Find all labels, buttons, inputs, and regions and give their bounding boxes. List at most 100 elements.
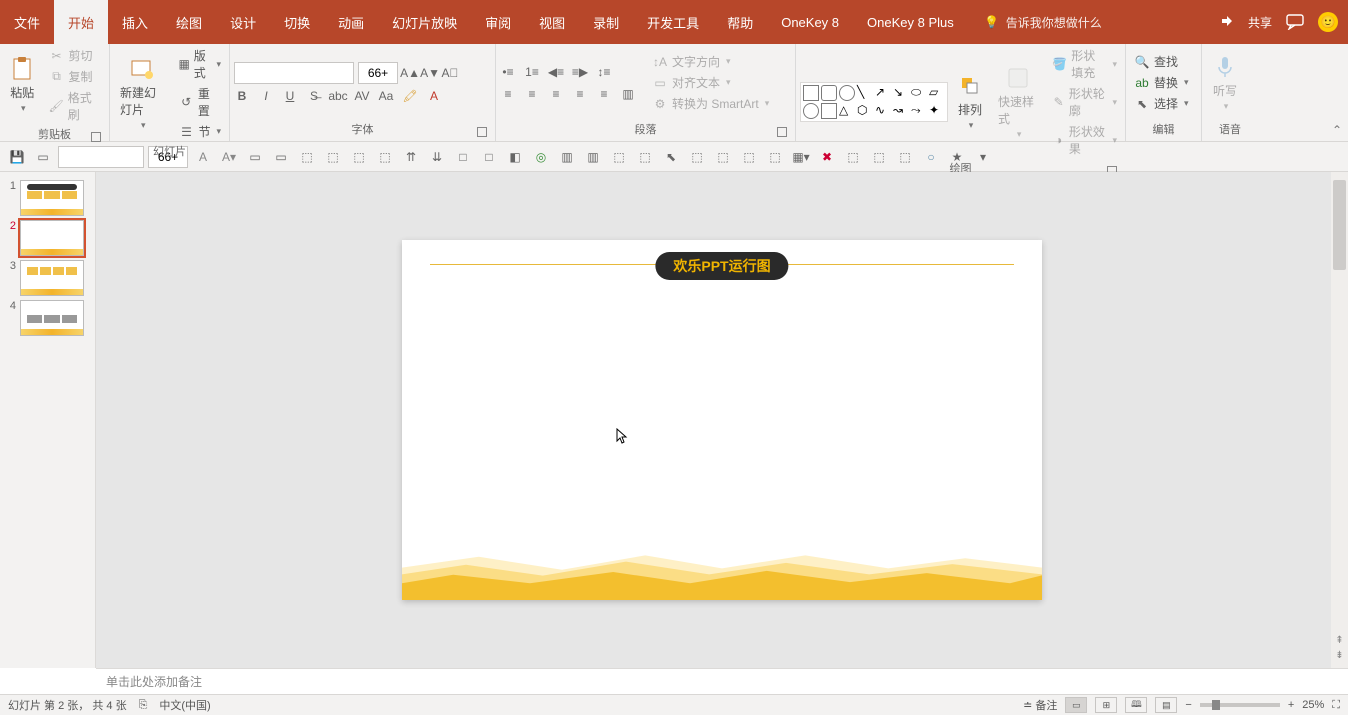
tab-slideshow[interactable]: 幻灯片放映 <box>378 0 471 44</box>
share-button[interactable]: 共享 <box>1248 14 1272 31</box>
bullets-button[interactable]: •≡ <box>500 64 516 80</box>
decrease-font-icon[interactable]: A▼ <box>422 65 438 81</box>
line-spacing-button[interactable]: ↕≡ <box>596 64 612 80</box>
slide-counter[interactable]: 幻灯片 第 2 张， 共 4 张 <box>8 697 127 713</box>
select-button[interactable]: ⬉选择 <box>1130 94 1193 113</box>
save-button[interactable]: 💾 <box>6 146 28 168</box>
scrollbar-thumb[interactable] <box>1333 180 1346 270</box>
layout-button[interactable]: ▦版式 <box>174 46 225 82</box>
align-left-button[interactable]: ≡ <box>500 86 516 102</box>
qat-b22[interactable]: ⬚ <box>738 146 760 168</box>
format-painter-button[interactable]: 🖌格式刷 <box>45 88 105 124</box>
sorter-view-button[interactable]: ⊞ <box>1095 697 1117 713</box>
language-status[interactable]: 中文(中国) <box>159 697 210 713</box>
tab-developer[interactable]: 开发工具 <box>633 0 713 44</box>
qat-b10[interactable]: ⇊ <box>426 146 448 168</box>
notes-pane[interactable]: 单击此处添加备注 <box>96 668 1348 694</box>
qat-b16[interactable]: ▥ <box>582 146 604 168</box>
slide-thumbnails-panel[interactable]: 1 2 3 4 <box>0 172 96 668</box>
qat-b19[interactable]: ⬉ <box>660 146 682 168</box>
slide-canvas[interactable]: 欢乐PPT运行图 <box>402 240 1042 600</box>
qat-b9[interactable]: ⇈ <box>400 146 422 168</box>
section-button[interactable]: ☰节 <box>174 122 225 141</box>
shape-effects-button[interactable]: ◑形状效果 <box>1048 122 1121 158</box>
next-slide-button[interactable]: ⇟ <box>1335 650 1343 661</box>
bold-button[interactable]: B <box>234 88 250 104</box>
change-case-button[interactable]: Aa <box>378 88 394 104</box>
align-right-button[interactable]: ≡ <box>548 86 564 102</box>
strikethrough-button[interactable]: S̶ <box>306 88 322 104</box>
fit-window-button[interactable]: ⛶ <box>1332 699 1340 712</box>
cut-button[interactable]: ✂剪切 <box>45 46 105 65</box>
tab-draw[interactable]: 绘图 <box>162 0 216 44</box>
tab-record[interactable]: 录制 <box>579 0 633 44</box>
slide-title[interactable]: 欢乐PPT运行图 <box>655 252 788 280</box>
shadow-button[interactable]: abc <box>330 88 346 104</box>
thumb-row-2[interactable]: 2 <box>0 218 95 258</box>
tab-animation[interactable]: 动画 <box>324 0 378 44</box>
share-icon[interactable] <box>1216 13 1234 31</box>
increase-indent-button[interactable]: ≡▶ <box>572 64 588 80</box>
qat-b7[interactable]: ⬚ <box>348 146 370 168</box>
dictate-button[interactable]: 听写 <box>1206 52 1244 114</box>
spellcheck-icon[interactable]: ⎘ <box>139 699 148 712</box>
normal-view-button[interactable]: ▭ <box>1065 697 1087 713</box>
zoom-out-button[interactable]: − <box>1185 699 1191 711</box>
distribute-button[interactable]: ≡ <box>596 86 612 102</box>
zoom-slider[interactable] <box>1200 703 1280 707</box>
vertical-scrollbar[interactable] <box>1331 172 1348 668</box>
numbering-button[interactable]: 1≡ <box>524 64 540 80</box>
tell-me-search[interactable]: 💡 告诉我你想做什么 <box>984 14 1102 31</box>
slideshow-view-button[interactable]: ▤ <box>1155 697 1177 713</box>
tab-design[interactable]: 设计 <box>216 0 270 44</box>
shapes-gallery[interactable]: ╲↗↘ ⬭▱ △ ⬡∿↝ ⤳✦ <box>800 82 948 122</box>
collapse-ribbon-button[interactable]: ⌃ <box>1332 123 1342 137</box>
align-text-button[interactable]: ▭对齐文本 <box>648 73 773 92</box>
tab-file[interactable]: 文件 <box>0 0 54 44</box>
thumb-row-4[interactable]: 4 <box>0 298 95 338</box>
arrange-button[interactable]: 排列 <box>952 71 988 133</box>
thumb-row-1[interactable]: 1 <box>0 178 95 218</box>
font-family-combo[interactable] <box>234 62 354 84</box>
clipboard-launcher[interactable] <box>91 132 101 142</box>
shape-outline-button[interactable]: ✎形状轮廓 <box>1048 84 1121 120</box>
qat-b18[interactable]: ⬚ <box>634 146 656 168</box>
qat-b12[interactable]: □ <box>478 146 500 168</box>
highlight-button[interactable]: 🖍 <box>402 88 418 104</box>
qat-b6[interactable]: ⬚ <box>322 146 344 168</box>
italic-button[interactable]: I <box>258 88 274 104</box>
feedback-smiley-icon[interactable]: 🙂 <box>1318 12 1338 32</box>
copy-button[interactable]: ⧉复制 <box>45 67 105 86</box>
tab-transition[interactable]: 切换 <box>270 0 324 44</box>
clear-formatting-icon[interactable]: A⃠ <box>442 65 458 81</box>
comments-icon[interactable] <box>1286 13 1304 31</box>
qat-b17[interactable]: ⬚ <box>608 146 630 168</box>
new-slide-button[interactable]: 新建幻灯片 <box>114 54 170 133</box>
font-size-combo[interactable]: 66+ <box>358 62 398 84</box>
shape-fill-button[interactable]: 🪣形状填充 <box>1048 46 1121 82</box>
decrease-indent-button[interactable]: ◀≡ <box>548 64 564 80</box>
tab-review[interactable]: 审阅 <box>471 0 525 44</box>
qat-btn-2[interactable]: ▭ <box>32 146 54 168</box>
quick-styles-button[interactable]: 快速样式 <box>992 63 1044 142</box>
find-button[interactable]: 🔍查找 <box>1130 52 1193 71</box>
qat-b23[interactable]: ⬚ <box>764 146 786 168</box>
qat-b3[interactable]: ▭ <box>244 146 266 168</box>
columns-button[interactable]: ▥ <box>620 86 636 102</box>
paste-button[interactable]: 粘贴 <box>4 54 41 116</box>
qat-b13[interactable]: ◧ <box>504 146 526 168</box>
justify-button[interactable]: ≡ <box>572 86 588 102</box>
qat-b4[interactable]: ▭ <box>270 146 292 168</box>
qat-b8[interactable]: ⬚ <box>374 146 396 168</box>
font-color-button[interactable]: A <box>426 88 442 104</box>
zoom-in-button[interactable]: + <box>1288 699 1294 711</box>
font-launcher[interactable] <box>477 127 487 137</box>
underline-button[interactable]: U <box>282 88 298 104</box>
zoom-percent[interactable]: 25% <box>1302 699 1324 711</box>
char-spacing-button[interactable]: AV <box>354 88 370 104</box>
convert-smartart-button[interactable]: ⚙转换为 SmartArt <box>648 94 773 113</box>
notes-toggle[interactable]: ≐ 备注 <box>1023 697 1057 713</box>
tab-onekey8plus[interactable]: OneKey 8 Plus <box>853 0 968 44</box>
thumb-row-3[interactable]: 3 <box>0 258 95 298</box>
qat-b11[interactable]: □ <box>452 146 474 168</box>
